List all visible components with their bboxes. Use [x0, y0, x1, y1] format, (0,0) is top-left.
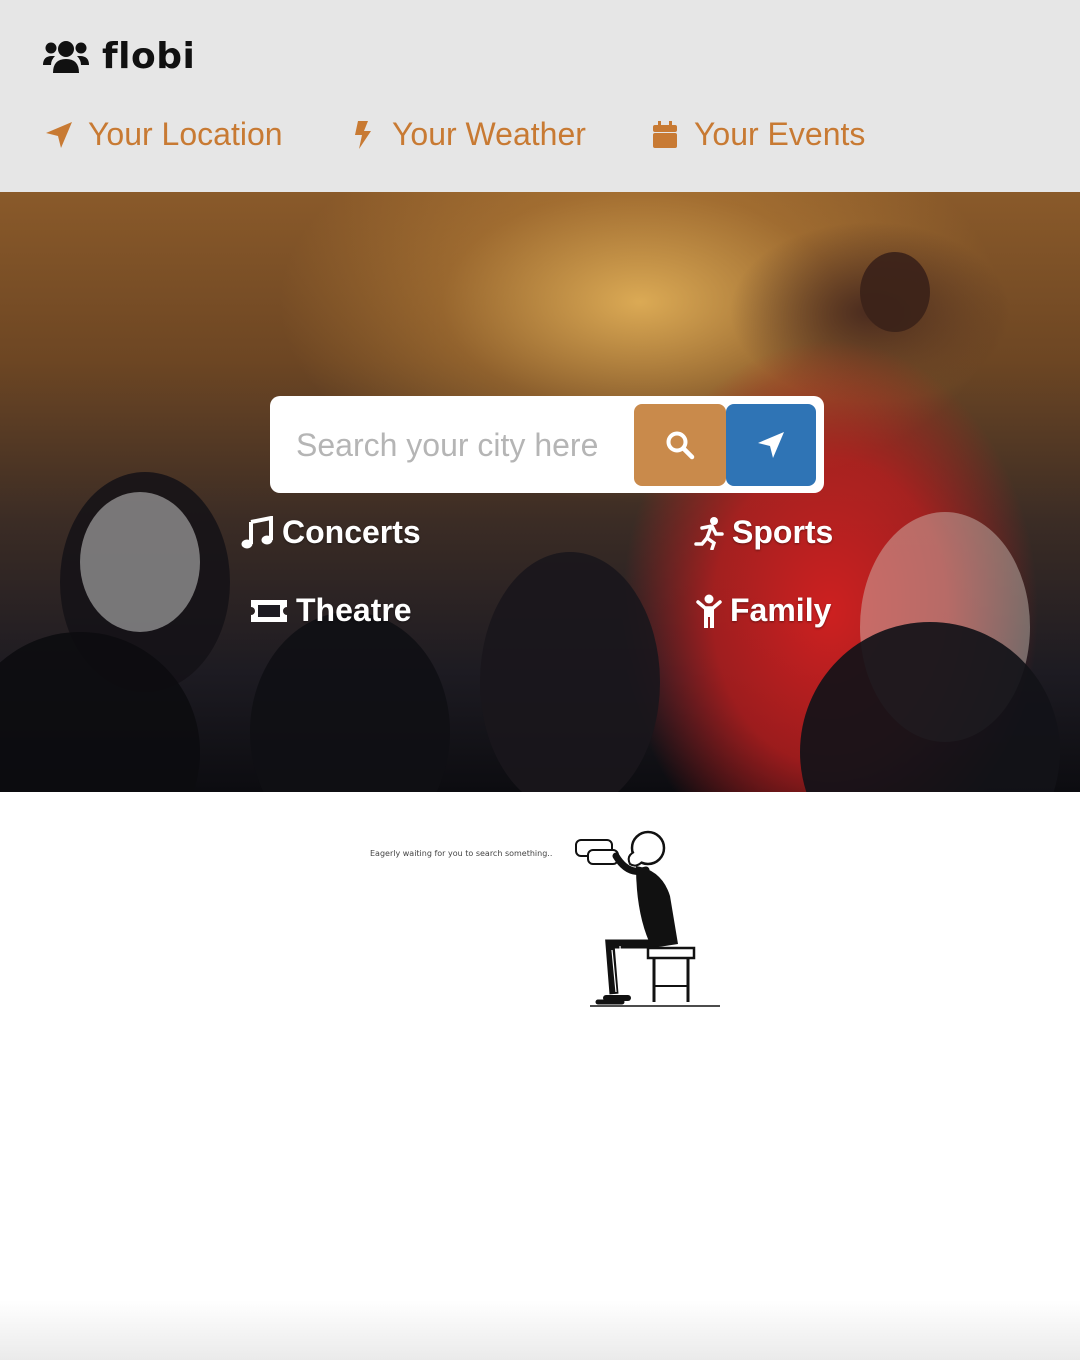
nav-your-weather[interactable]: Your Weather — [348, 116, 650, 153]
nav-label: Your Location — [88, 116, 283, 152]
hero-photo-shape — [480, 552, 660, 792]
header: flobi Your Location Your Weather Your Ev… — [0, 0, 1080, 192]
category-label: Family — [730, 592, 832, 628]
bolt-icon — [355, 120, 371, 149]
main-nav: Your Location Your Weather Your Events — [44, 116, 865, 153]
search-button[interactable] — [634, 404, 726, 486]
binoculars-man-illustration — [575, 830, 720, 1007]
empty-state-illustration: Eagerly waiting for you to search someth… — [330, 800, 770, 1040]
nav-label: Your Weather — [392, 116, 586, 152]
search-bar — [270, 396, 824, 493]
music-icon — [241, 515, 273, 548]
hero-photo-shape — [80, 492, 200, 632]
category-label: Concerts — [282, 514, 421, 550]
users-icon — [43, 40, 89, 73]
category-label: Sports — [732, 514, 834, 550]
brand-name: flobi — [102, 36, 196, 77]
category-label: Theatre — [296, 592, 412, 628]
hero-photo-shape — [860, 252, 930, 332]
hero-banner: Concerts Sports Theatre Family — [0, 192, 1080, 792]
empty-state-caption: Eagerly waiting for you to search someth… — [370, 849, 553, 858]
running-icon — [694, 516, 724, 550]
search-icon — [666, 431, 695, 460]
location-arrow-icon — [758, 432, 784, 458]
bottom-shadow — [0, 1300, 1080, 1360]
category-family[interactable]: Family — [696, 592, 831, 629]
locate-me-button[interactable] — [726, 404, 816, 486]
hero-photo-shape — [250, 612, 450, 792]
category-concerts[interactable]: Concerts — [240, 514, 421, 551]
calendar-icon — [653, 120, 677, 148]
child-icon — [696, 594, 722, 628]
ticket-icon — [251, 599, 287, 622]
nav-label: Your Events — [694, 116, 866, 152]
location-arrow-icon — [46, 121, 72, 148]
nav-your-events[interactable]: Your Events — [650, 116, 865, 153]
category-theatre[interactable]: Theatre — [250, 592, 412, 629]
brand-logo[interactable]: flobi — [42, 36, 195, 77]
nav-your-location[interactable]: Your Location — [44, 116, 348, 153]
search-input[interactable] — [284, 410, 629, 480]
category-sports[interactable]: Sports — [694, 514, 833, 551]
